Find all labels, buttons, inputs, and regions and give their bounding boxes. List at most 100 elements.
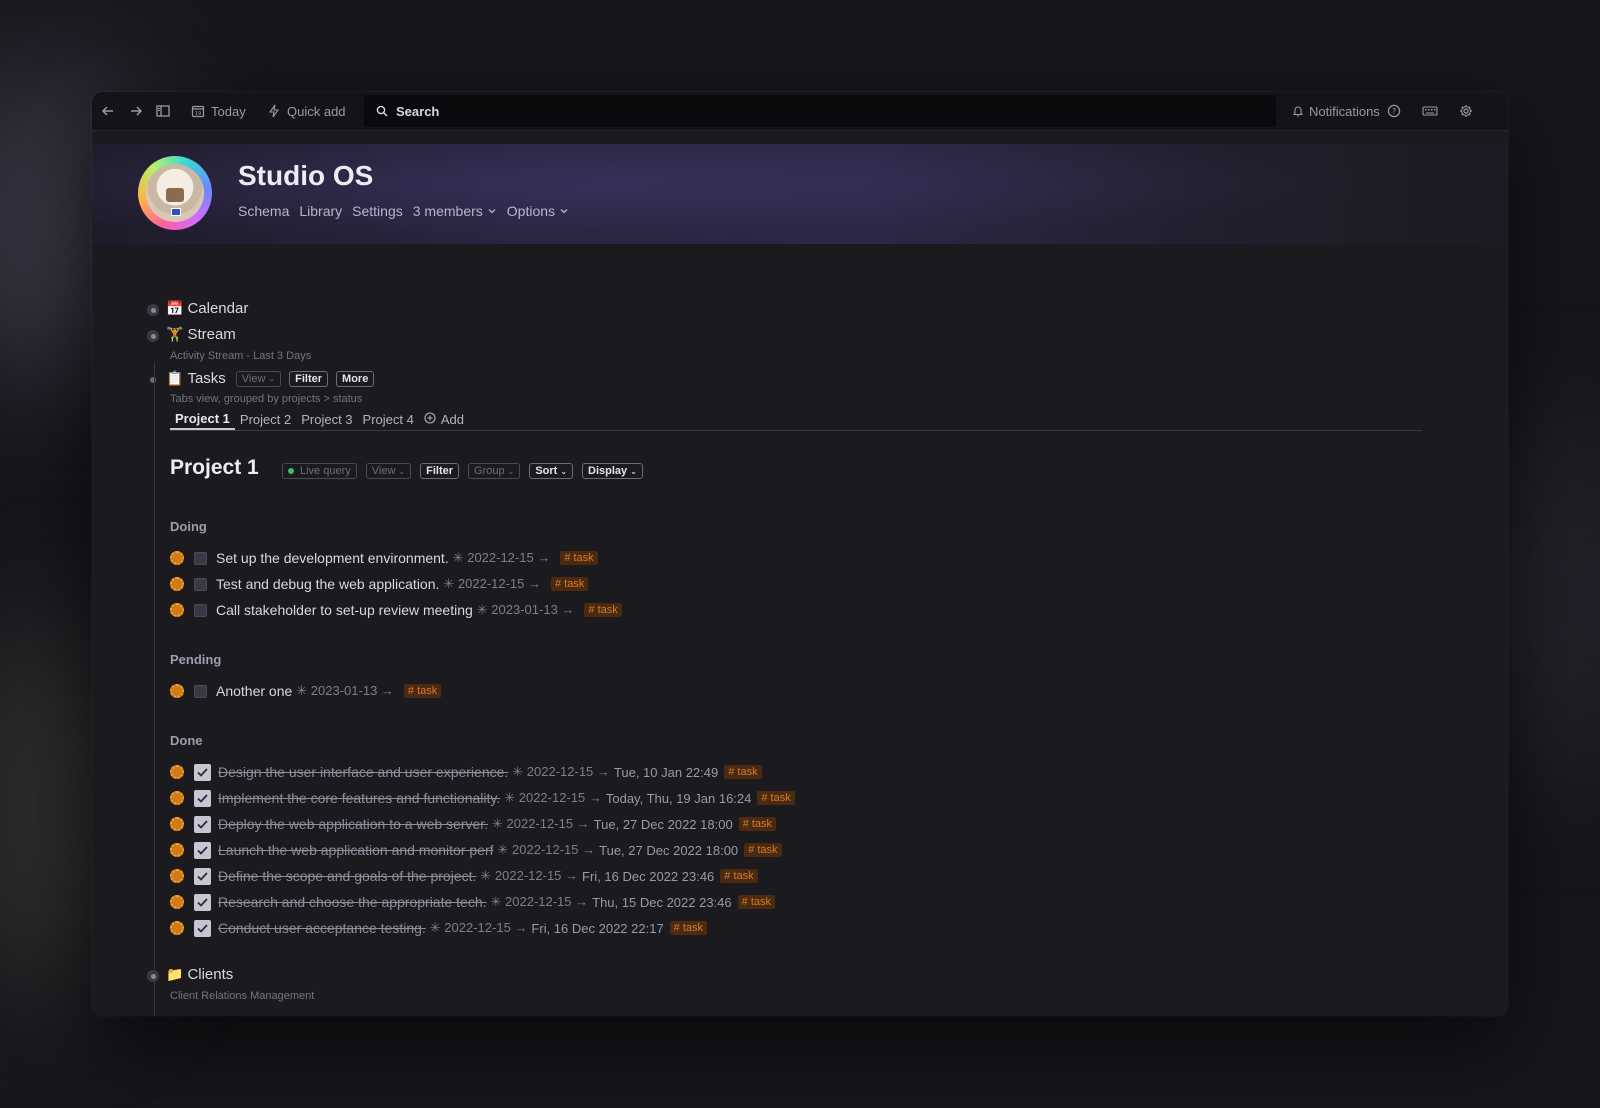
tab-project-3[interactable]: Project 3 — [296, 408, 357, 430]
project-sort-dropdown[interactable]: Sort ⌄ — [529, 463, 574, 479]
task-tag[interactable]: # task — [738, 817, 777, 831]
task-status-icon[interactable] — [170, 921, 184, 935]
task-row[interactable]: Test and debug the web application. ✳ 20… — [170, 574, 589, 594]
task-status-icon[interactable] — [170, 765, 184, 779]
schema-link[interactable]: Schema — [238, 203, 289, 219]
task-checkbox-checked[interactable] — [194, 919, 211, 937]
add-tab-button[interactable]: Add — [419, 408, 469, 430]
task-checkbox-checked[interactable] — [194, 893, 211, 911]
bell-icon — [1292, 103, 1304, 119]
task-status-icon[interactable] — [170, 791, 184, 805]
calendar-emoji-icon: 📅 — [166, 300, 184, 316]
task-status-icon[interactable] — [170, 684, 184, 698]
gear-icon[interactable] — [1458, 103, 1474, 119]
task-checkbox[interactable] — [194, 684, 207, 698]
back-arrow-icon[interactable] — [100, 103, 116, 119]
workspace-header: Studio OS Schema Library Settings 3 memb… — [92, 144, 1508, 244]
task-tag[interactable]: # task — [737, 895, 775, 909]
task-checkbox-checked[interactable] — [194, 763, 211, 781]
node-calendar[interactable]: 📅 Calendar — [166, 300, 248, 317]
project-group-dropdown[interactable]: Group ⌄ — [468, 463, 521, 479]
bullet-clients[interactable] — [147, 970, 159, 982]
task-status-icon[interactable] — [170, 869, 184, 883]
task-status-icon[interactable] — [170, 817, 184, 831]
node-stream[interactable]: 🏋 Stream — [166, 326, 236, 343]
task-row[interactable]: Implement the core features and function… — [170, 788, 795, 808]
task-date: ✳ 2023-01-13 → — [476, 602, 575, 617]
workspace-avatar[interactable] — [138, 156, 212, 230]
options-dropdown[interactable]: Options — [507, 203, 569, 219]
sidebar-toggle-icon[interactable] — [155, 103, 171, 119]
task-checkbox[interactable] — [194, 551, 207, 565]
search-placeholder: Search — [396, 103, 440, 119]
help-icon[interactable]: ? — [1386, 103, 1402, 119]
task-checkbox-checked[interactable] — [194, 815, 211, 833]
header-links: Schema Library Settings 3 members Option… — [238, 203, 569, 219]
task-row[interactable]: Conduct user acceptance testing. ✳ 2022-… — [170, 918, 708, 938]
project-display-dropdown[interactable]: Display ⌄ — [582, 463, 643, 479]
task-tag[interactable]: # task — [724, 765, 762, 779]
task-tag[interactable]: # task — [757, 791, 795, 805]
task-name: Implement the core features and function… — [218, 790, 501, 806]
task-row[interactable]: Research and choose the appropriate tech… — [170, 892, 775, 912]
task-tag[interactable]: # task — [560, 551, 598, 565]
task-row[interactable]: Deploy the web application to a web serv… — [170, 814, 777, 834]
settings-link[interactable]: Settings — [352, 203, 403, 219]
members-dropdown[interactable]: 3 members — [413, 203, 497, 219]
tab-project-4[interactable]: Project 4 — [358, 408, 419, 430]
bullet-stream[interactable] — [147, 330, 159, 342]
task-tag[interactable]: # task — [744, 843, 782, 857]
task-status-icon[interactable] — [170, 895, 184, 909]
project-view-dropdown[interactable]: View ⌄ — [365, 463, 412, 479]
today-button[interactable]: 19 Today — [190, 103, 246, 119]
chevron-down-icon: ⌄ — [630, 466, 637, 476]
clipboard-emoji-icon: 📋 — [166, 370, 184, 386]
task-tag[interactable]: # task — [669, 921, 708, 935]
tasks-filter-button[interactable]: Filter — [289, 370, 329, 387]
task-completed-time: Tue, 27 Dec 2022 18:00 — [599, 842, 739, 858]
avatar-image — [146, 164, 204, 222]
task-checkbox-checked[interactable] — [194, 789, 211, 807]
task-name: Deploy the web application to a web serv… — [218, 816, 489, 832]
task-row[interactable]: Launch the web application and monitor p… — [170, 840, 782, 860]
clients-label: Clients — [187, 966, 234, 983]
task-row[interactable]: Another one ✳ 2023-01-13 → # task — [170, 681, 442, 701]
task-checkbox[interactable] — [194, 577, 207, 591]
task-tag[interactable]: # task — [720, 869, 758, 883]
task-row[interactable]: Call stakeholder to set-up review meetin… — [170, 600, 622, 620]
tasks-view-dropdown[interactable]: View ⌄ — [235, 370, 282, 387]
task-checkbox-checked[interactable] — [194, 867, 211, 885]
group-title-done: Done — [170, 733, 203, 748]
task-checkbox-checked[interactable] — [194, 841, 211, 859]
quick-add-button[interactable]: Quick add — [266, 103, 346, 119]
task-tag[interactable]: # task — [551, 577, 589, 591]
search-icon — [374, 103, 390, 119]
tasks-more-button[interactable]: More — [336, 370, 375, 387]
task-status-icon[interactable] — [170, 551, 184, 565]
bullet-tasks[interactable] — [150, 377, 156, 383]
task-row[interactable]: Set up the development environment. ✳ 20… — [170, 548, 598, 568]
task-row[interactable]: Define the scope and goals of the projec… — [170, 866, 758, 886]
keyboard-icon[interactable] — [1422, 103, 1438, 119]
task-checkbox[interactable] — [194, 603, 207, 617]
project-filter-button[interactable]: Filter — [420, 463, 460, 479]
forward-arrow-icon[interactable] — [128, 103, 144, 119]
task-status-icon[interactable] — [170, 843, 184, 857]
task-status-icon[interactable] — [170, 603, 184, 617]
clients-subtitle: Client Relations Management — [170, 990, 315, 1002]
bullet-calendar[interactable] — [147, 304, 159, 316]
calendar-label: Calendar — [187, 300, 249, 317]
node-clients[interactable]: 📁 Clients — [166, 966, 233, 983]
task-status-icon[interactable] — [170, 577, 184, 591]
task-row[interactable]: Design the user interface and user exper… — [170, 762, 762, 782]
notifications-button[interactable]: Notifications — [1292, 103, 1380, 119]
task-tag[interactable]: # task — [403, 684, 442, 698]
live-query-toggle[interactable]: Live query — [282, 463, 357, 479]
search-input[interactable]: Search — [364, 95, 1276, 127]
folder-emoji-icon: 📁 — [166, 966, 184, 982]
library-link[interactable]: Library — [299, 203, 342, 219]
tab-project-1[interactable]: Project 1 — [170, 408, 235, 430]
tab-project-2[interactable]: Project 2 — [235, 408, 296, 430]
task-tag[interactable]: # task — [584, 603, 622, 617]
node-tasks[interactable]: 📋 Tasks View ⌄ Filter More — [166, 370, 375, 387]
